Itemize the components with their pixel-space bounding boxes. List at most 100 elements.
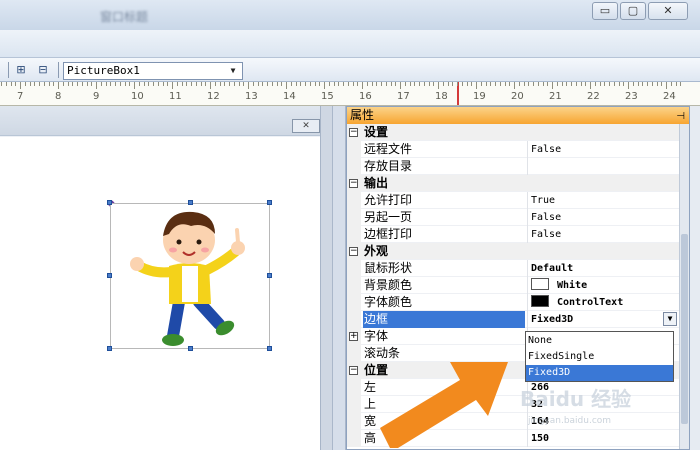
ruler-tick xyxy=(29,82,31,86)
ruler-tick xyxy=(248,82,249,89)
resize-handle[interactable] xyxy=(188,200,193,205)
property-category[interactable]: − 设置 xyxy=(347,124,679,141)
annotation-arrow-icon xyxy=(380,362,508,448)
ruler-tick xyxy=(100,82,102,86)
dropdown-option[interactable]: None xyxy=(526,333,673,349)
resize-handle[interactable] xyxy=(267,346,272,351)
dropdown-option[interactable]: Fixed3D xyxy=(526,365,673,381)
ruler-tick xyxy=(214,82,216,86)
ruler-tick xyxy=(632,82,634,86)
design-canvas[interactable]: ✥ xyxy=(0,137,320,450)
ruler-tick xyxy=(300,82,302,86)
border-style-dropdown-list[interactable]: None FixedSingle Fixed3D xyxy=(525,331,674,382)
designer-close-button[interactable]: ✕ xyxy=(292,119,320,133)
chevron-down-icon[interactable]: ▼ xyxy=(226,64,240,78)
property-value[interactable]: 150 xyxy=(527,430,679,447)
ruler-tick xyxy=(566,82,568,86)
ruler-tick xyxy=(219,82,221,86)
resize-handle[interactable] xyxy=(267,200,272,205)
ruler-tick xyxy=(124,82,126,86)
ruler-tick xyxy=(162,82,164,86)
close-button[interactable]: ✕ xyxy=(648,2,688,20)
property-value[interactable]: Fixed3D ▼ xyxy=(527,311,679,328)
property-value[interactable]: False xyxy=(527,209,679,226)
designer-scrollbar[interactable] xyxy=(320,106,332,450)
row-gutter xyxy=(347,209,361,226)
property-name: 允许打印 xyxy=(364,193,413,207)
ruler-tick xyxy=(414,82,416,86)
maximize-button[interactable]: ▢ xyxy=(620,2,646,20)
ruler-label: 22 xyxy=(587,91,600,102)
property-row[interactable]: 边框 Fixed3D ▼ xyxy=(347,311,679,328)
property-row[interactable]: 远程文件 False xyxy=(347,141,679,158)
property-name: 背景颜色 xyxy=(364,278,413,292)
ruler-tick xyxy=(395,82,397,86)
property-value[interactable]: False xyxy=(527,141,679,158)
ruler-tick xyxy=(15,82,17,86)
picturebox-control[interactable] xyxy=(110,203,270,349)
ruler-tick xyxy=(176,82,178,86)
property-name: 边框打印 xyxy=(364,227,413,241)
property-row[interactable]: 字体颜色 ControlText xyxy=(347,294,679,311)
ruler-tick xyxy=(675,82,677,86)
property-row[interactable]: 存放目录 xyxy=(347,158,679,175)
panel-splitter[interactable] xyxy=(332,106,346,450)
ruler-tick xyxy=(347,82,349,86)
minimize-button[interactable]: ▭ xyxy=(592,2,618,20)
ruler-tick xyxy=(575,82,577,86)
collapse-icon[interactable]: − xyxy=(349,366,358,375)
pin-icon[interactable]: ⊣ xyxy=(676,108,685,125)
dropdown-option[interactable]: FixedSingle xyxy=(526,349,673,365)
watermark-url: jingyan.baidu.com xyxy=(528,416,612,426)
align-horizontal-icon[interactable]: ⊟ xyxy=(35,62,51,78)
collapse-icon[interactable]: − xyxy=(349,247,358,256)
row-gutter xyxy=(347,294,361,311)
row-gutter xyxy=(347,158,361,175)
property-value[interactable]: Default xyxy=(527,260,679,277)
property-value-text: Default xyxy=(531,263,574,274)
properties-scrollbar[interactable] xyxy=(679,124,689,449)
ruler-tick xyxy=(181,82,183,86)
ruler-label: 16 xyxy=(359,91,372,102)
property-name: 设置 xyxy=(364,125,389,139)
collapse-icon[interactable]: − xyxy=(349,179,358,188)
property-category[interactable]: − 外观 xyxy=(347,243,679,260)
scrollbar-thumb[interactable] xyxy=(681,234,688,424)
resize-handle[interactable] xyxy=(188,346,193,351)
resize-handle[interactable] xyxy=(107,200,112,205)
property-name: 远程文件 xyxy=(364,142,413,156)
row-gutter xyxy=(347,141,361,158)
property-name: 输出 xyxy=(364,176,389,190)
property-value[interactable] xyxy=(527,158,679,175)
property-value[interactable]: False xyxy=(527,226,679,243)
property-category[interactable]: − 输出 xyxy=(347,175,679,192)
property-row[interactable]: 背景颜色 White xyxy=(347,277,679,294)
property-value[interactable]: White xyxy=(527,277,679,294)
property-row[interactable]: 鼠标形状 Default xyxy=(347,260,679,277)
ruler-tick xyxy=(143,82,145,86)
resize-handle[interactable] xyxy=(107,273,112,278)
collapse-icon[interactable]: − xyxy=(349,128,358,137)
object-selector-combo[interactable]: PictureBox1 ▼ xyxy=(63,62,243,80)
ruler-tick xyxy=(552,82,553,89)
property-row[interactable]: 允许打印 True xyxy=(347,192,679,209)
toolbar-separator xyxy=(58,62,59,78)
ruler-tick xyxy=(257,82,259,86)
chevron-down-icon[interactable]: ▼ xyxy=(663,312,677,326)
property-row[interactable]: 边框打印 False xyxy=(347,226,679,243)
ruler-tick xyxy=(480,82,482,86)
property-row[interactable]: 另起一页 False xyxy=(347,209,679,226)
row-gutter xyxy=(347,430,361,447)
ruler-tick xyxy=(224,82,226,86)
toolbar-separator xyxy=(8,62,9,78)
property-value[interactable]: True xyxy=(527,192,679,209)
expand-icon[interactable]: + xyxy=(349,332,358,341)
ruler-tick xyxy=(134,82,135,89)
resize-handle[interactable] xyxy=(107,346,112,351)
ruler-tick xyxy=(590,82,591,89)
resize-handle[interactable] xyxy=(267,273,272,278)
ruler-tick xyxy=(105,82,107,86)
property-value[interactable]: ControlText xyxy=(527,294,679,311)
ruler-tick xyxy=(357,82,359,86)
align-vertical-icon[interactable]: ⊞ xyxy=(13,62,29,78)
